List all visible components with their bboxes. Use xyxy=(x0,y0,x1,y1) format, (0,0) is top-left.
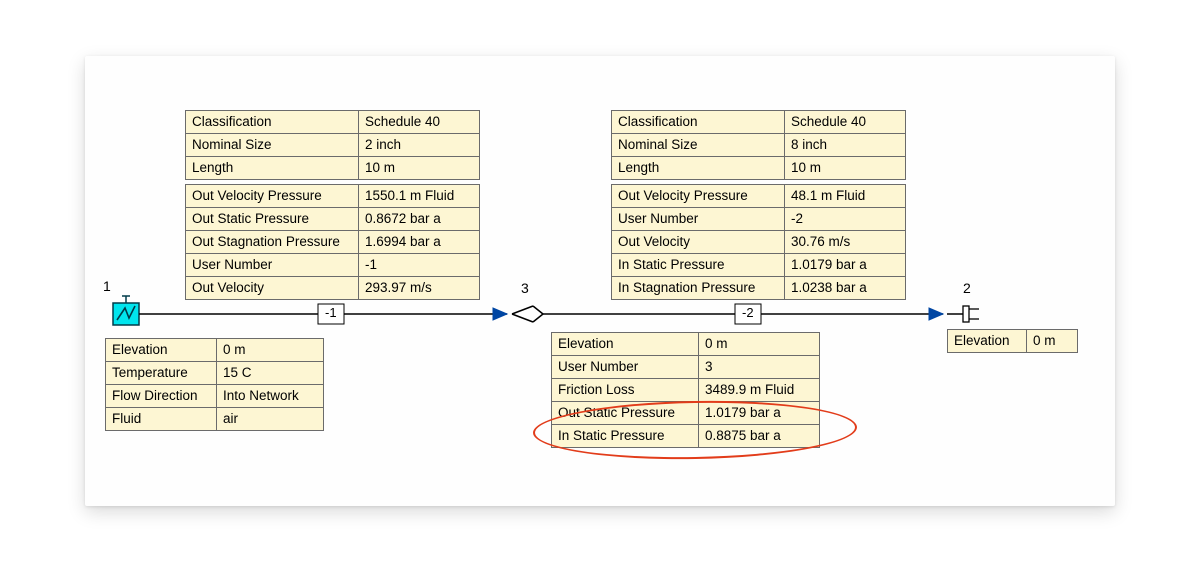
table-row: Elevation 0 m xyxy=(552,333,820,356)
table-row: User Number -2 xyxy=(612,208,906,231)
cell-key: Fluid xyxy=(106,408,217,431)
cell-val: 293.97 m/s xyxy=(359,277,480,300)
table-row: In Static Pressure 0.8875 bar a xyxy=(552,425,820,448)
cell-val: 1550.1 m Fluid xyxy=(359,185,480,208)
cell-val: 0.8672 bar a xyxy=(359,208,480,231)
cell-key: Elevation xyxy=(106,339,217,362)
cell-key: Out Velocity xyxy=(186,277,359,300)
cell-key: Nominal Size xyxy=(612,134,785,157)
cell-val: Into Network xyxy=(217,385,324,408)
cell-key: In Static Pressure xyxy=(552,425,699,448)
cell-val: Schedule 40 xyxy=(785,111,906,134)
node2-props-table: Elevation 0 m xyxy=(947,329,1078,353)
cell-key: Friction Loss xyxy=(552,379,699,402)
table-row: User Number 3 xyxy=(552,356,820,379)
cell-key: In Static Pressure xyxy=(612,254,785,277)
cell-key: Elevation xyxy=(948,330,1027,353)
cell-val: 48.1 m Fluid xyxy=(785,185,906,208)
table-row: Temperature 15 C xyxy=(106,362,324,385)
cell-val: 2 inch xyxy=(359,134,480,157)
cell-key: Out Static Pressure xyxy=(552,402,699,425)
table-row: Out Velocity Pressure 1550.1 m Fluid xyxy=(186,185,480,208)
junction-node-icon[interactable] xyxy=(512,306,555,322)
table-row: Out Velocity Pressure 48.1 m Fluid xyxy=(612,185,906,208)
cell-key: User Number xyxy=(612,208,785,231)
table-row: Out Velocity 30.76 m/s xyxy=(612,231,906,254)
cell-key: Temperature xyxy=(106,362,217,385)
pipe1-results-table: Out Velocity Pressure 1550.1 m Fluid Out… xyxy=(185,184,480,300)
diagram-card: Classification Schedule 40 Nominal Size … xyxy=(85,56,1115,506)
node2-label: 2 xyxy=(963,280,971,296)
table-row: Nominal Size 2 inch xyxy=(186,134,480,157)
cell-key: Out Static Pressure xyxy=(186,208,359,231)
pipe2-results-table: Out Velocity Pressure 48.1 m Fluid User … xyxy=(611,184,906,300)
cell-val: 10 m xyxy=(359,157,480,180)
inlet-node-icon[interactable] xyxy=(113,296,139,325)
table-row: Elevation 0 m xyxy=(948,330,1078,353)
table-row: Length 10 m xyxy=(186,157,480,180)
cell-key: Classification xyxy=(612,111,785,134)
node3-label: 3 xyxy=(521,280,529,296)
table-row: Classification Schedule 40 xyxy=(612,111,906,134)
cell-key: User Number xyxy=(552,356,699,379)
cell-val: -1 xyxy=(359,254,480,277)
cell-val: air xyxy=(217,408,324,431)
cell-val: 3489.9 m Fluid xyxy=(699,379,820,402)
cell-val: 0 m xyxy=(699,333,820,356)
cell-val: 1.0179 bar a xyxy=(785,254,906,277)
cell-val: 3 xyxy=(699,356,820,379)
flow-arrow-icon xyxy=(929,308,943,320)
cell-key: In Stagnation Pressure xyxy=(612,277,785,300)
cell-val: 0 m xyxy=(217,339,324,362)
flow-arrow-icon xyxy=(493,308,507,320)
cell-key: Out Velocity Pressure xyxy=(186,185,359,208)
table-row: Out Stagnation Pressure 1.6994 bar a xyxy=(186,231,480,254)
node3-props-table: Elevation 0 m User Number 3 Friction Los… xyxy=(551,332,820,448)
node1-label: 1 xyxy=(103,278,111,294)
table-row: User Number -1 xyxy=(186,254,480,277)
cell-val: 10 m xyxy=(785,157,906,180)
pipe1-tag-text: -1 xyxy=(325,305,337,320)
table-row: Out Static Pressure 1.0179 bar a xyxy=(552,402,820,425)
cell-key: Out Stagnation Pressure xyxy=(186,231,359,254)
table-row: Out Static Pressure 0.8672 bar a xyxy=(186,208,480,231)
table-row: Elevation 0 m xyxy=(106,339,324,362)
cell-val: 0 m xyxy=(1027,330,1078,353)
table-row: Nominal Size 8 inch xyxy=(612,134,906,157)
cell-key: Out Velocity xyxy=(612,231,785,254)
node1-props-table: Elevation 0 m Temperature 15 C Flow Dire… xyxy=(105,338,324,431)
pipe2-tag-text: -2 xyxy=(742,305,754,320)
cell-key: Flow Direction xyxy=(106,385,217,408)
cell-key: Classification xyxy=(186,111,359,134)
cell-val: 1.0179 bar a xyxy=(699,402,820,425)
cell-val: 1.0238 bar a xyxy=(785,277,906,300)
pipe2-spec-table: Classification Schedule 40 Nominal Size … xyxy=(611,110,906,180)
table-row: Flow Direction Into Network xyxy=(106,385,324,408)
cell-val: Schedule 40 xyxy=(359,111,480,134)
table-row: Fluid air xyxy=(106,408,324,431)
table-row: In Stagnation Pressure 1.0238 bar a xyxy=(612,277,906,300)
table-row: Length 10 m xyxy=(612,157,906,180)
cell-val: 15 C xyxy=(217,362,324,385)
cell-val: 30.76 m/s xyxy=(785,231,906,254)
pipe1-spec-table: Classification Schedule 40 Nominal Size … xyxy=(185,110,480,180)
cell-val: 1.6994 bar a xyxy=(359,231,480,254)
table-row: In Static Pressure 1.0179 bar a xyxy=(612,254,906,277)
table-row: Classification Schedule 40 xyxy=(186,111,480,134)
outlet-node-icon[interactable] xyxy=(947,306,979,322)
cell-key: Length xyxy=(612,157,785,180)
cell-key: User Number xyxy=(186,254,359,277)
cell-key: Nominal Size xyxy=(186,134,359,157)
cell-val: -2 xyxy=(785,208,906,231)
cell-key: Elevation xyxy=(552,333,699,356)
table-row: Friction Loss 3489.9 m Fluid xyxy=(552,379,820,402)
cell-key: Out Velocity Pressure xyxy=(612,185,785,208)
cell-key: Length xyxy=(186,157,359,180)
table-row: Out Velocity 293.97 m/s xyxy=(186,277,480,300)
cell-val: 8 inch xyxy=(785,134,906,157)
cell-val: 0.8875 bar a xyxy=(699,425,820,448)
